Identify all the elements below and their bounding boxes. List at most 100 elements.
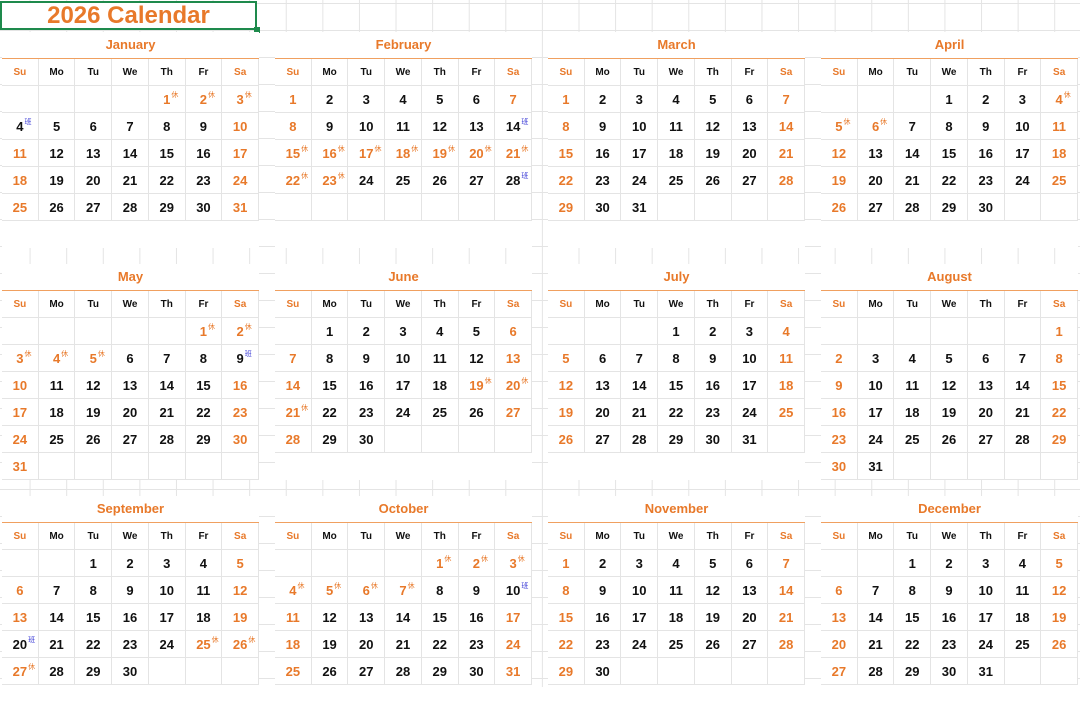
empty-cell[interactable]	[967, 453, 1005, 480]
day-cell[interactable]: 14	[148, 372, 186, 399]
weekday-header[interactable]: Mo	[311, 59, 349, 86]
day-cell[interactable]: 24	[222, 167, 259, 194]
empty-cell[interactable]	[931, 453, 968, 480]
day-cell[interactable]: 6休	[857, 113, 895, 140]
weekday-header[interactable]: Sa	[495, 523, 533, 550]
empty-cell[interactable]	[857, 550, 895, 577]
day-cell[interactable]: 23 休	[311, 167, 349, 194]
day-cell[interactable]: 4	[658, 550, 695, 577]
weekday-header[interactable]: We	[112, 523, 149, 550]
day-cell[interactable]: 15	[75, 604, 113, 631]
empty-cell[interactable]	[821, 550, 858, 577]
day-cell[interactable]: 26	[311, 658, 349, 685]
day-cell[interactable]: 30	[821, 453, 858, 480]
day-cell[interactable]: 21	[621, 399, 659, 426]
day-cell[interactable]: 8	[185, 345, 223, 372]
day-cell[interactable]: 14	[768, 113, 805, 140]
day-cell[interactable]: 24	[2, 426, 39, 453]
day-cell[interactable]: 10	[857, 372, 895, 399]
day-cell[interactable]: 16	[112, 604, 149, 631]
day-cell[interactable]: 26	[821, 194, 858, 221]
empty-cell[interactable]	[894, 318, 932, 345]
month-name[interactable]: February	[275, 32, 532, 59]
empty-cell[interactable]	[768, 426, 805, 453]
day-cell[interactable]: 11	[2, 140, 39, 167]
day-cell[interactable]: 17	[222, 140, 259, 167]
weekday-header[interactable]: Su	[275, 523, 312, 550]
weekday-header[interactable]: Fr	[1004, 59, 1042, 86]
day-cell[interactable]: 3	[348, 86, 386, 113]
day-cell[interactable]: 7	[768, 86, 805, 113]
weekday-header[interactable]: Su	[821, 523, 858, 550]
empty-cell[interactable]	[222, 453, 259, 480]
day-cell[interactable]: 9	[694, 345, 732, 372]
weekday-header[interactable]: We	[385, 523, 422, 550]
weekday-header[interactable]: Th	[148, 291, 186, 318]
weekday-header[interactable]: Su	[2, 291, 39, 318]
empty-cell[interactable]	[148, 453, 186, 480]
weekday-header[interactable]: Fr	[185, 523, 223, 550]
day-cell[interactable]: 16	[821, 399, 858, 426]
day-cell[interactable]: 21	[768, 604, 805, 631]
weekday-header[interactable]: Su	[2, 523, 39, 550]
weekday-header[interactable]: Su	[821, 291, 858, 318]
day-cell[interactable]: 12	[694, 113, 732, 140]
day-cell[interactable]: 6休	[348, 577, 386, 604]
day-cell[interactable]: 17	[857, 399, 895, 426]
day-cell[interactable]: 8	[931, 113, 968, 140]
day-cell[interactable]: 6	[458, 86, 496, 113]
empty-cell[interactable]	[658, 194, 695, 221]
empty-cell[interactable]	[731, 658, 769, 685]
day-cell[interactable]: 4	[421, 318, 459, 345]
day-cell[interactable]: 24	[1004, 167, 1042, 194]
day-cell[interactable]: 24	[731, 399, 769, 426]
day-cell[interactable]: 5	[458, 318, 496, 345]
day-cell[interactable]: 5休	[821, 113, 858, 140]
empty-cell[interactable]	[894, 86, 932, 113]
day-cell[interactable]: 9	[348, 345, 386, 372]
weekday-header[interactable]: Th	[148, 59, 186, 86]
day-cell[interactable]: 1休	[148, 86, 186, 113]
day-cell[interactable]: 26	[75, 426, 113, 453]
empty-cell[interactable]	[275, 550, 312, 577]
day-cell[interactable]: 30	[458, 658, 496, 685]
day-cell[interactable]: 28	[768, 167, 805, 194]
weekday-header[interactable]: Tu	[75, 291, 113, 318]
day-cell[interactable]: 5	[694, 550, 732, 577]
empty-cell[interactable]	[385, 194, 422, 221]
day-cell[interactable]: 19	[75, 399, 113, 426]
empty-cell[interactable]	[458, 426, 496, 453]
weekday-header[interactable]: Th	[694, 523, 732, 550]
day-cell[interactable]: 29	[548, 194, 585, 221]
day-cell[interactable]: 21	[857, 631, 895, 658]
day-cell[interactable]: 10	[148, 577, 186, 604]
day-cell[interactable]: 10	[621, 113, 659, 140]
day-cell[interactable]: 30	[348, 426, 386, 453]
empty-cell[interactable]	[768, 194, 805, 221]
day-cell[interactable]: 13	[731, 577, 769, 604]
day-cell[interactable]: 13	[731, 113, 769, 140]
day-cell[interactable]: 1	[275, 86, 312, 113]
day-cell[interactable]: 18	[275, 631, 312, 658]
day-cell[interactable]: 24	[857, 426, 895, 453]
day-cell[interactable]: 10	[621, 577, 659, 604]
day-cell[interactable]: 7	[894, 113, 932, 140]
day-cell[interactable]: 1	[931, 86, 968, 113]
day-cell[interactable]: 22	[311, 399, 349, 426]
day-cell[interactable]: 26 休	[222, 631, 259, 658]
day-cell[interactable]: 24	[148, 631, 186, 658]
day-cell[interactable]: 26	[38, 194, 76, 221]
day-cell[interactable]: 8	[75, 577, 113, 604]
day-cell[interactable]: 8	[1041, 345, 1078, 372]
day-cell[interactable]: 7	[857, 577, 895, 604]
day-cell[interactable]: 31	[222, 194, 259, 221]
day-cell[interactable]: 7	[768, 550, 805, 577]
day-cell[interactable]: 26	[1041, 631, 1078, 658]
empty-cell[interactable]	[658, 658, 695, 685]
weekday-header[interactable]: Fr	[731, 291, 769, 318]
empty-cell[interactable]	[185, 453, 223, 480]
day-cell[interactable]: 5	[548, 345, 585, 372]
weekday-header[interactable]: Sa	[222, 291, 260, 318]
day-cell[interactable]: 29	[311, 426, 349, 453]
day-cell[interactable]: 9	[584, 577, 622, 604]
